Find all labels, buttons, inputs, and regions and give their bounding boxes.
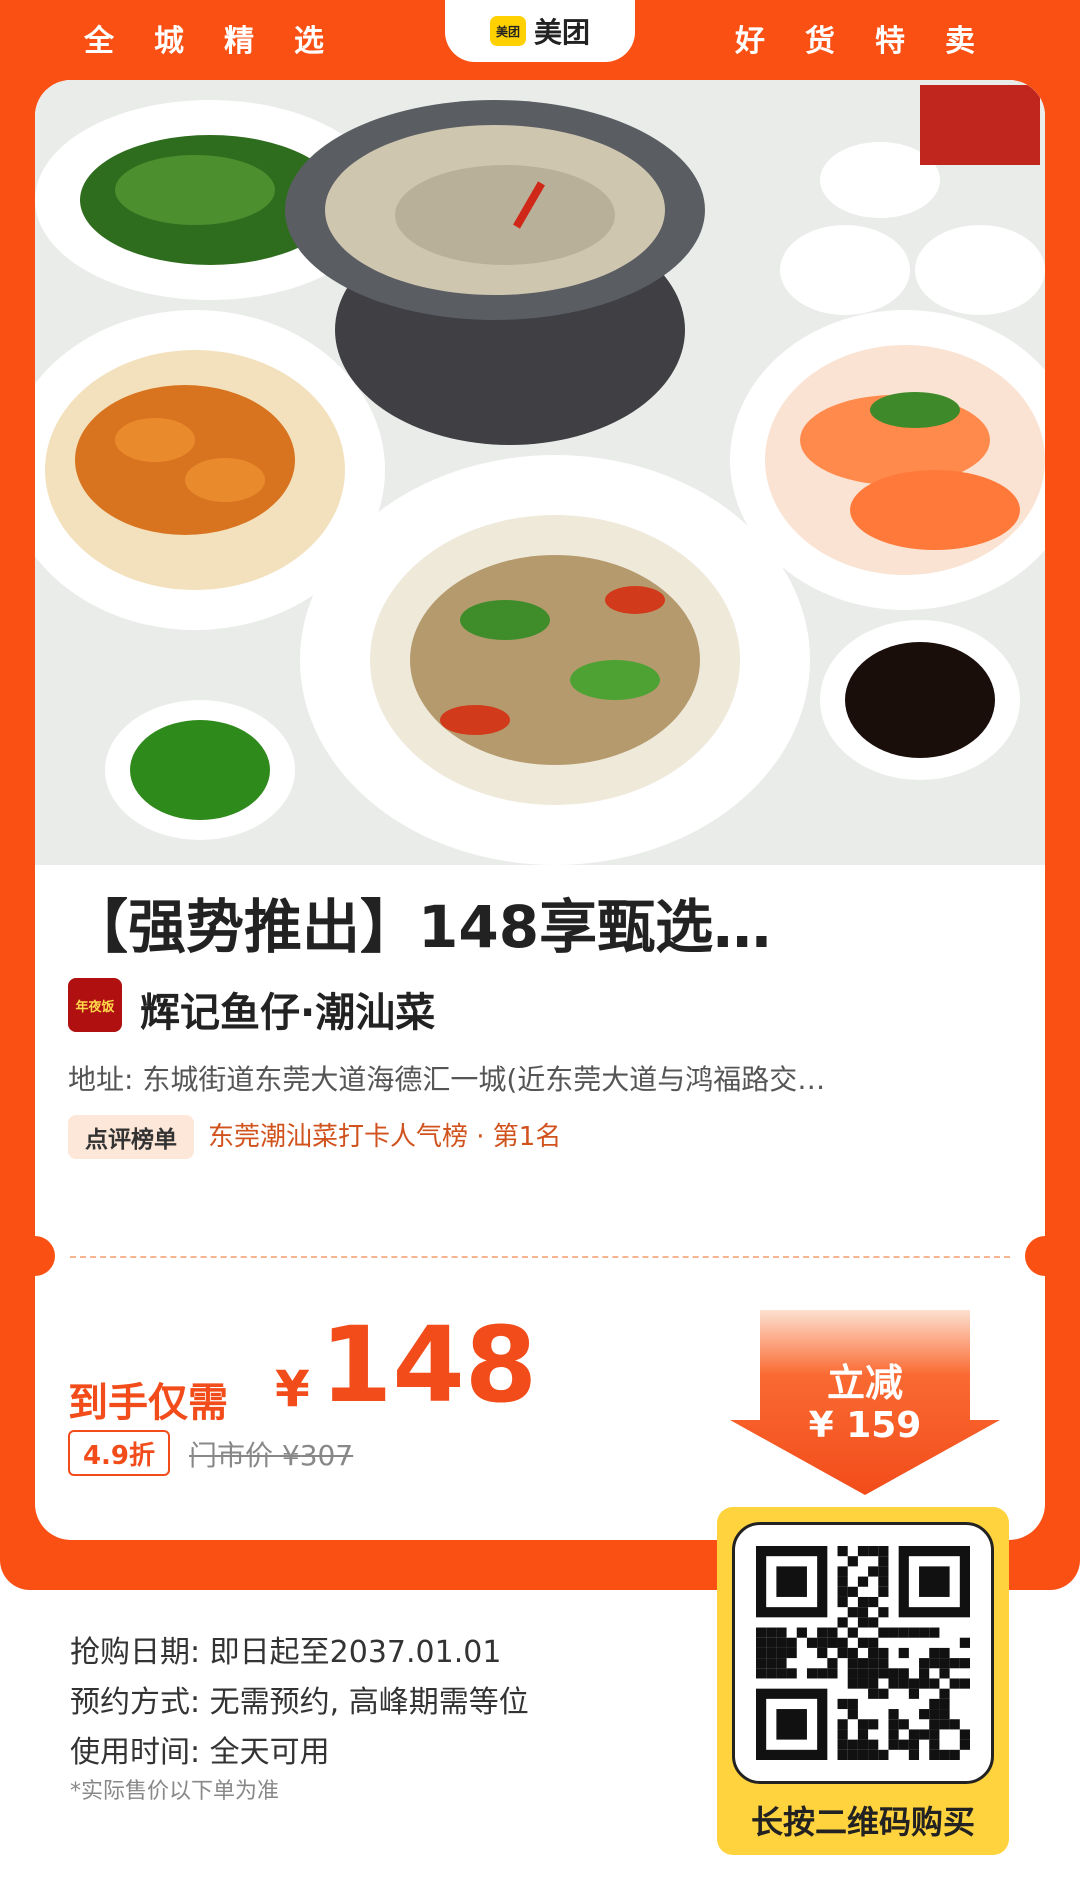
- header-left-slogan: 全城精选: [84, 24, 364, 59]
- qr-caption: 长按二维码购买: [750, 1803, 975, 1841]
- info-purchase-date: 抢购日期: 即日起至2037.01.01: [70, 1635, 502, 1670]
- ranking-text[interactable]: 东莞潮汕菜打卡人气榜 · 第1名: [208, 1116, 561, 1153]
- header-right-slogan: 好货特卖: [735, 24, 1015, 59]
- price-label: 到手仅需: [68, 1380, 228, 1426]
- discount-badge: 4.9折: [68, 1430, 170, 1476]
- ranking-badge: 点评榜单: [68, 1115, 194, 1159]
- shop-address: 地址: 东城街道东莞大道海德汇一城(近东莞大道与鸿福路交…: [68, 1063, 826, 1096]
- food-photo: [35, 80, 1045, 865]
- qr-panel[interactable]: 长按二维码购买: [717, 1507, 1009, 1855]
- savings-label: 立减: [826, 1361, 903, 1405]
- price-footnote: *实际售价以下单为准: [70, 1779, 280, 1804]
- info-usage-time: 使用时间: 全天可用: [70, 1735, 330, 1770]
- deal-title: 【强势推出】148享甄选…: [70, 893, 772, 961]
- ticket-notch-right: [1025, 1236, 1045, 1276]
- brand-tab: 美团 美团: [445, 0, 635, 62]
- info-booking-method: 预约方式: 无需预约, 高峰期需等位: [70, 1685, 529, 1720]
- shop-logo-icon: 年夜饭: [68, 978, 122, 1032]
- deal-price: 148: [320, 1304, 538, 1426]
- original-price: 门市价 ¥307: [189, 1439, 354, 1472]
- savings-amount: ¥ 159: [808, 1405, 922, 1446]
- qr-frame: [732, 1522, 994, 1784]
- shop-name[interactable]: 辉记鱼仔·潮汕菜: [140, 980, 435, 1038]
- brand-name: 美团: [533, 16, 590, 49]
- meituan-logo-icon: 美团: [489, 16, 526, 46]
- ticket-notch-left: [35, 1236, 55, 1276]
- deal-poster: 全城精选 美团 美团 好货特卖 【强势推出】148享甄选… 年夜饭 辉记鱼仔·潮…: [0, 0, 1080, 1901]
- ticket-divider: [70, 1256, 1010, 1258]
- qr-code-icon[interactable]: [756, 1546, 970, 1760]
- price-currency: ¥: [275, 1360, 310, 1418]
